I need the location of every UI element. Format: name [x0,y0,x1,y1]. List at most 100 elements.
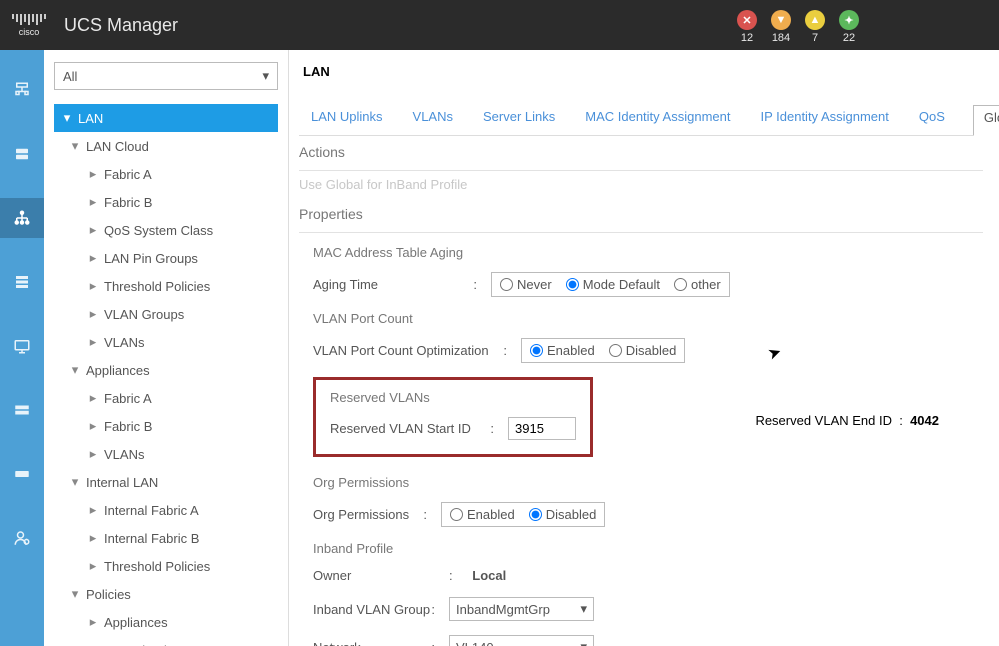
network-select[interactable]: VL140▾ [449,635,594,646]
tab-lan-uplinks[interactable]: LAN Uplinks [309,105,385,135]
tree-label: Internal Fabric A [104,503,199,518]
tree-marker-icon: ▸ [88,642,98,646]
vlan-opt-radios[interactable]: Enabled Disabled [521,338,685,363]
tree-item-lan-pin-groups-5[interactable]: ▸LAN Pin Groups [54,244,278,272]
status-count: 184 [772,32,790,44]
radio-enabled[interactable]: Enabled [450,507,515,522]
status-minor[interactable]: ▲ 7 [805,10,825,44]
tree-label: Threshold Policies [104,279,210,294]
tree-label: Fabric B [104,195,152,210]
rail-equipment[interactable] [0,70,44,110]
ok-icon: ✦ [839,10,859,30]
status-count: 12 [741,32,753,44]
radio-other[interactable]: other [674,277,721,292]
tab-ip-identity-assignment[interactable]: IP Identity Assignment [758,105,890,135]
tree-label: LAN [78,111,103,126]
radio-never[interactable]: Never [500,277,552,292]
tree-item-lan-cloud-19[interactable]: ▸LAN Cloud [54,636,278,646]
tree-marker-icon: ▾ [70,586,80,602]
tree-item-appliances-18[interactable]: ▸Appliances [54,608,278,636]
tree-label: VLANs [104,335,144,350]
radio-disabled[interactable]: Disabled [529,507,597,522]
rail-lan[interactable] [0,198,44,238]
tree-item-fabric-b-3[interactable]: ▸ Fabric B [54,188,278,216]
tab-server-links[interactable]: Server Links [481,105,557,135]
tree-item-qos-system-class-4[interactable]: ▸QoS System Class [54,216,278,244]
tree-item-internal-fabric-a-14[interactable]: ▸ Internal Fabric A [54,496,278,524]
inband-group-select[interactable]: InbandMgmtGrp▾ [449,597,594,621]
status-count: 7 [812,32,818,44]
status-major[interactable]: ▼ 184 [771,10,791,44]
status-ok[interactable]: ✦ 22 [839,10,859,44]
status-critical[interactable]: ✕ 12 [737,10,757,44]
tree-marker-icon: ▸ [88,446,98,462]
rail-san[interactable] [0,262,44,302]
tree-marker-icon: ▸ [88,194,98,210]
app-header: cisco UCS Manager ✕ 12 ▼ 184 ▲ 7 ✦ 22 [0,0,999,50]
rail-admin[interactable] [0,518,44,558]
chevron-down-icon: ▾ [580,639,587,646]
tree-label: Appliances [104,615,168,630]
org-perm-radios[interactable]: Enabled Disabled [441,502,605,527]
tab-bar: LAN Uplinks VLANs Server Links MAC Identity… [299,105,999,136]
rail-servers[interactable] [0,134,44,174]
tab-vlans[interactable]: VLANs [411,105,455,135]
aging-time-radios[interactable]: Never Mode Default other [491,272,730,297]
tree-marker-icon: ▸ [88,278,98,294]
rail-chassis[interactable] [0,454,44,494]
tree-item-policies-17[interactable]: ▾Policies [54,580,278,608]
reserved-start-label: Reserved VLAN Start ID [330,421,471,436]
tab-qos[interactable]: QoS [917,105,947,135]
reserved-end-value: 4042 [910,413,939,428]
tree-item-lan-cloud-1[interactable]: ▾LAN Cloud [54,132,278,160]
tree-marker-icon: ▸ [88,418,98,434]
scope-dropdown[interactable]: All ▾ [54,62,278,90]
tree-item-appliances-9[interactable]: ▾Appliances [54,356,278,384]
tree-item-threshold-policies-6[interactable]: ▸ Threshold Policies [54,272,278,300]
org-perm-heading: Org Permissions [313,475,969,490]
tree-marker-icon: ▸ [88,222,98,238]
minor-icon: ▲ [805,10,825,30]
mac-aging-heading: MAC Address Table Aging [313,245,969,260]
tree-label: VLAN Groups [104,307,184,322]
tree-marker-icon: ▸ [88,558,98,574]
rail-vm[interactable] [0,326,44,366]
reserved-vlans-highlighted: Reserved VLANs Reserved VLAN Start ID: [313,377,593,457]
vlan-port-count-heading: VLAN Port Count [313,311,969,326]
tree-item-lan-0[interactable]: ▾LAN [54,104,278,132]
tree-label: Threshold Policies [104,559,210,574]
reserved-start-input[interactable] [508,417,576,440]
inband-heading: Inband Profile [313,541,969,556]
reserved-vlans-heading: Reserved VLANs [330,390,576,405]
tab-mac-identity-assignment[interactable]: MAC Identity Assignment [583,105,732,135]
network-label: Network [313,640,361,646]
scope-value: All [63,69,77,84]
tree-item-vlans-12[interactable]: ▸VLANs [54,440,278,468]
org-perm-label: Org Permissions [313,507,409,522]
tree-marker-icon: ▸ [88,390,98,406]
tree-marker-icon: ▾ [70,362,80,378]
aging-time-label: Aging Time [313,277,378,292]
rail-storage[interactable] [0,390,44,430]
tree-item-vlan-groups-7[interactable]: ▸VLAN Groups [54,300,278,328]
tree-item-vlans-8[interactable]: ▸VLANs [54,328,278,356]
tree-marker-icon: ▾ [70,474,80,490]
tree-label: Internal LAN [86,475,158,490]
nav-tree: ▾LAN▾LAN Cloud▸Fabric A▸Fabric B▸QoS Sys… [54,104,278,646]
tree-label: Fabric B [104,419,152,434]
tree-marker-icon: ▸ [88,502,98,518]
tree-item-threshold-policies-16[interactable]: ▸ Threshold Policies [54,552,278,580]
main-panel: LAN LAN UplinksVLANsServer LinksMAC Iden… [289,50,999,646]
tree-item-fabric-a-2[interactable]: ▸Fabric A [54,160,278,188]
radio-mode-default[interactable]: Mode Default [566,277,660,292]
tab-global-policies[interactable]: Global Policies [973,105,999,136]
radio-disabled[interactable]: Disabled [609,343,677,358]
tree-item-fabric-b-11[interactable]: ▸ Fabric B [54,412,278,440]
owner-value: Local [472,568,506,583]
tree-item-internal-fabric-b-15[interactable]: ▸Internal Fabric B [54,524,278,552]
use-global-inband-link: Use Global for InBand Profile [299,177,999,192]
tree-item-fabric-a-10[interactable]: ▸Fabric A [54,384,278,412]
tree-item-internal-lan-13[interactable]: ▾ Internal LAN [54,468,278,496]
tree-marker-icon: ▾ [70,138,80,154]
radio-enabled[interactable]: Enabled [530,343,595,358]
